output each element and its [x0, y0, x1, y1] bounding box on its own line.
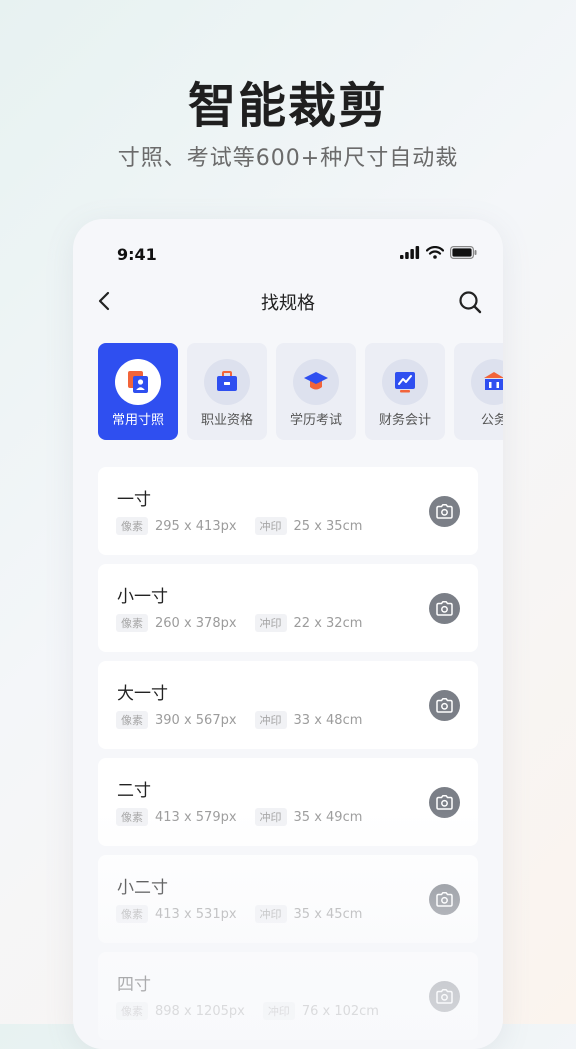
- pixel-size: 260 x 378px: [155, 615, 237, 631]
- camera-button[interactable]: [429, 496, 460, 527]
- category-label: 常用寸照: [111, 413, 164, 428]
- pixel-tag: 像素: [116, 808, 148, 826]
- pixel-tag: 像素: [116, 517, 148, 535]
- category-label: 财务会计: [378, 413, 431, 428]
- list-item[interactable]: 一寸 像素 295 x 413px 冲印 25 x 35cm: [98, 467, 478, 555]
- camera-button[interactable]: [429, 981, 460, 1012]
- print-tag: 冲印: [254, 711, 287, 729]
- print-tag: 冲印: [254, 614, 287, 632]
- size-specs: 像素 413 x 531px 冲印 35 x 45cm: [116, 905, 380, 923]
- briefcase-icon: [204, 359, 250, 405]
- print-tag: 冲印: [262, 1002, 295, 1020]
- category-label: 学历考试: [289, 413, 342, 428]
- pixel-size: 413 x 531px: [155, 906, 237, 922]
- print-tag: 冲印: [254, 905, 287, 923]
- category-label: 公务: [480, 413, 503, 428]
- camera-icon: [436, 601, 453, 616]
- size-specs: 像素 260 x 378px 冲印 22 x 32cm: [116, 614, 380, 632]
- print-size: 35 x 45cm: [293, 906, 363, 922]
- search-icon[interactable]: [457, 289, 483, 315]
- pixel-tag: 像素: [116, 711, 148, 729]
- wifi-icon: [426, 246, 444, 259]
- list-item[interactable]: 大一寸 像素 390 x 567px 冲印 33 x 48cm: [98, 661, 478, 749]
- list-item[interactable]: 小一寸 像素 260 x 378px 冲印 22 x 32cm: [98, 564, 478, 652]
- nav-bar: 找规格: [73, 281, 503, 321]
- pixel-tag: 像素: [116, 614, 148, 632]
- finance-chart-icon: [382, 359, 428, 405]
- size-name: 小二寸: [117, 878, 168, 898]
- size-specs: 像素 898 x 1205px 冲印 76 x 102cm: [116, 1002, 397, 1020]
- cellular-signal-icon: [400, 246, 420, 259]
- size-specs: 像素 390 x 567px 冲印 33 x 48cm: [116, 711, 380, 729]
- camera-button[interactable]: [429, 593, 460, 624]
- page-title: 找规格: [261, 293, 315, 314]
- list-item[interactable]: 小二寸 像素 413 x 531px 冲印 35 x 45cm: [98, 855, 478, 943]
- portrait-photo-icon: [115, 359, 161, 405]
- size-name: 一寸: [117, 490, 151, 510]
- print-size: 22 x 32cm: [293, 615, 363, 631]
- camera-icon: [436, 989, 453, 1004]
- size-name: 大一寸: [117, 684, 168, 704]
- category-tab-finance[interactable]: 财务会计: [365, 343, 445, 440]
- camera-button[interactable]: [429, 787, 460, 818]
- print-tag: 冲印: [254, 808, 287, 826]
- status-bar: 9:41: [73, 219, 503, 289]
- camera-button[interactable]: [429, 884, 460, 915]
- pixel-size: 390 x 567px: [155, 712, 237, 728]
- category-tab-common-photo[interactable]: 常用寸照: [98, 343, 178, 440]
- status-icons: [400, 246, 477, 259]
- size-specs: 像素 295 x 413px 冲印 25 x 35cm: [116, 517, 380, 535]
- pixel-tag: 像素: [116, 1002, 148, 1020]
- size-name: 小一寸: [117, 587, 168, 607]
- print-size: 35 x 49cm: [293, 809, 363, 825]
- size-name: 四寸: [117, 975, 151, 995]
- hero-subtitle: 寸照、考试等600+种尺寸自动裁: [117, 146, 459, 171]
- list-item[interactable]: 四寸 像素 898 x 1205px 冲印 76 x 102cm: [98, 952, 478, 1040]
- print-tag: 冲印: [254, 517, 287, 535]
- category-tab-professional[interactable]: 职业资格: [187, 343, 267, 440]
- battery-icon: [450, 246, 477, 259]
- status-time: 9:41: [117, 245, 157, 264]
- camera-icon: [436, 698, 453, 713]
- category-label: 职业资格: [200, 413, 253, 428]
- print-size: 25 x 35cm: [293, 518, 363, 534]
- camera-button[interactable]: [429, 690, 460, 721]
- print-size: 76 x 102cm: [301, 1003, 379, 1019]
- camera-icon: [436, 504, 453, 519]
- camera-icon: [436, 795, 453, 810]
- size-name: 二寸: [117, 781, 151, 801]
- phone-screen: 9:41 找规格 常用寸照 职业资格 学历考试 财务会计 公务 一寸 像素 29…: [73, 219, 503, 1049]
- graduation-cap-icon: [293, 359, 339, 405]
- size-specs: 像素 413 x 579px 冲印 35 x 49cm: [116, 808, 380, 826]
- pixel-size: 295 x 413px: [155, 518, 237, 534]
- category-tab-civil-service[interactable]: 公务: [454, 343, 503, 440]
- pixel-size: 898 x 1205px: [155, 1003, 245, 1019]
- category-tabs: 常用寸照 职业资格 学历考试 财务会计 公务: [98, 343, 503, 441]
- pixel-size: 413 x 579px: [155, 809, 237, 825]
- pixel-tag: 像素: [116, 905, 148, 923]
- category-tab-education[interactable]: 学历考试: [276, 343, 356, 440]
- print-size: 33 x 48cm: [293, 712, 363, 728]
- list-item[interactable]: 二寸 像素 413 x 579px 冲印 35 x 49cm: [98, 758, 478, 846]
- government-building-icon: [471, 359, 503, 405]
- hero-title: 智能裁剪: [187, 78, 388, 134]
- camera-icon: [436, 892, 453, 907]
